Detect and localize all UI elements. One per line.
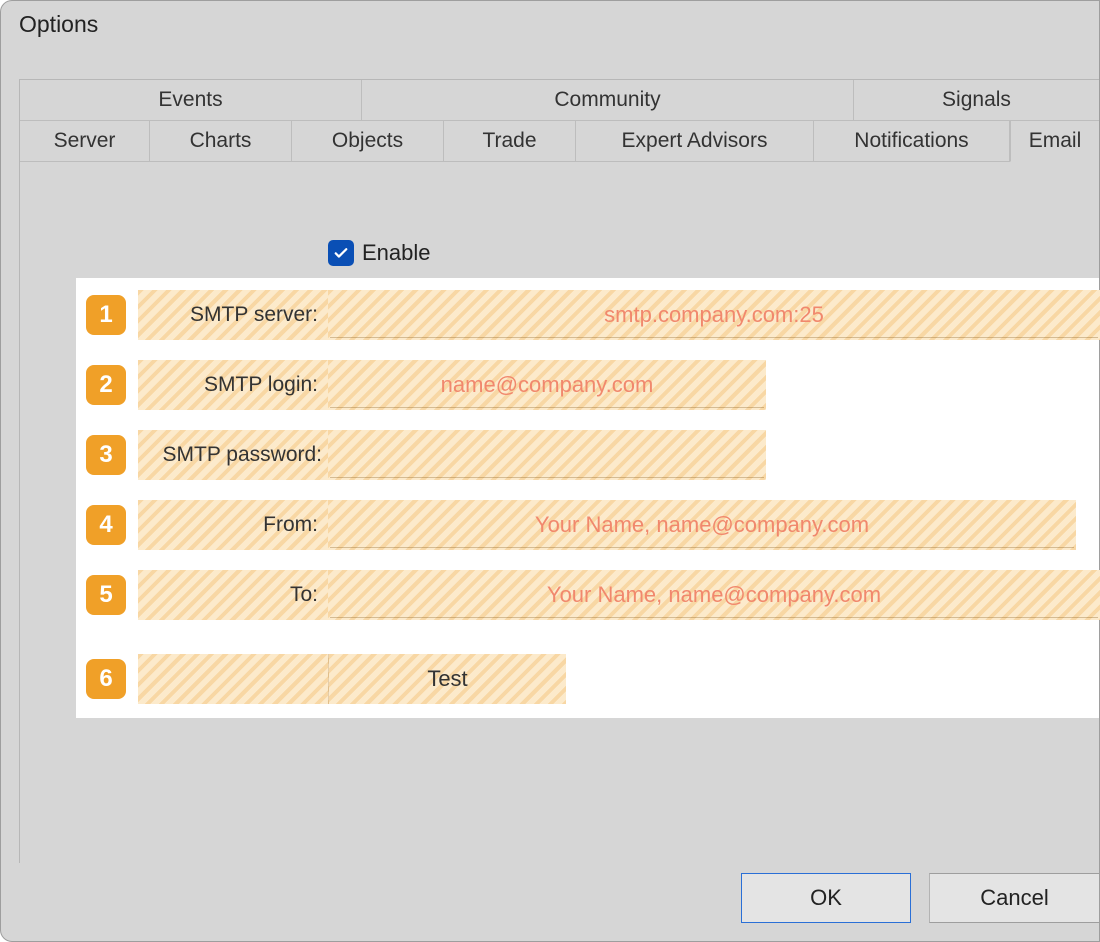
tab-charts[interactable]: Charts [150,121,292,162]
tab-events[interactable]: Events [20,80,362,121]
callout-badge-2: 2 [86,365,126,405]
smtp-login-input[interactable]: name@company.com [328,360,766,410]
dialog-button-bar: OK Cancel [741,873,1099,923]
input-underline [330,407,764,408]
tab-trade[interactable]: Trade [444,121,576,162]
input-underline [330,337,1098,338]
tab-signals[interactable]: Signals [854,80,1099,121]
smtp-password-label: SMTP password: [138,430,328,480]
button-label: Cancel [980,885,1048,911]
enable-row: Enable [328,240,431,266]
enable-label: Enable [362,240,431,266]
row-test: 6 Test [76,654,566,704]
tab-email[interactable]: Email [1010,121,1099,162]
to-label: To: [138,570,328,620]
tab-row-bottom: Server Charts Objects Trade Expert Advis… [20,121,1099,162]
tab-label: Objects [332,129,403,153]
tab-label: Charts [190,129,252,153]
tab-label: Community [554,88,660,112]
callout-badge-5: 5 [86,575,126,615]
from-input[interactable]: Your Name, name@company.com [328,500,1076,550]
callout-badge-1: 1 [86,295,126,335]
test-spacer [138,654,328,704]
input-placeholder: name@company.com [441,372,654,398]
test-button[interactable]: Test [328,654,566,704]
email-form-panel: 1 SMTP server: smtp.company.com:25 2 SMT… [76,278,1099,718]
smtp-password-input[interactable] [328,430,766,480]
tab-label: Signals [942,88,1011,112]
row-smtp-server: 1 SMTP server: smtp.company.com:25 [76,290,1100,340]
input-underline [330,477,764,478]
row-smtp-login: 2 SMTP login: name@company.com [76,360,766,410]
ok-button[interactable]: OK [741,873,911,923]
tab-community[interactable]: Community [362,80,854,121]
input-underline [330,547,1074,548]
button-label: OK [810,885,842,911]
smtp-login-label: SMTP login: [138,360,328,410]
from-label: From: [138,500,328,550]
smtp-server-input[interactable]: smtp.company.com:25 [328,290,1100,340]
row-from: 4 From: Your Name, name@company.com [76,500,1076,550]
input-underline [330,617,1098,618]
test-button-label: Test [427,666,467,692]
check-icon [332,244,350,262]
dialog-client-area: Events Community Signals Server Charts O… [19,79,1099,863]
tab-label: Expert Advisors [622,129,768,153]
enable-checkbox[interactable] [328,240,354,266]
tab-objects[interactable]: Objects [292,121,444,162]
cancel-button[interactable]: Cancel [929,873,1099,923]
tab-expert-advisors[interactable]: Expert Advisors [576,121,814,162]
callout-badge-4: 4 [86,505,126,545]
tab-strip: Events Community Signals Server Charts O… [20,80,1099,162]
input-placeholder: smtp.company.com:25 [604,302,824,328]
row-smtp-password: 3 SMTP password: [76,430,766,480]
options-dialog: Options Events Community Signals Server … [0,0,1100,942]
dialog-title: Options [1,1,1099,52]
callout-badge-6: 6 [86,659,126,699]
to-input[interactable]: Your Name, name@company.com [328,570,1100,620]
tab-label: Events [158,88,222,112]
input-placeholder: Your Name, name@company.com [547,582,881,608]
tab-server[interactable]: Server [20,121,150,162]
row-to: 5 To: Your Name, name@company.com [76,570,1100,620]
smtp-server-label: SMTP server: [138,290,328,340]
tab-label: Notifications [854,129,968,153]
tab-row-top: Events Community Signals [20,80,1099,121]
tab-label: Trade [482,129,536,153]
tab-label: Server [54,129,116,153]
callout-badge-3: 3 [86,435,126,475]
input-placeholder: Your Name, name@company.com [535,512,869,538]
tab-notifications[interactable]: Notifications [814,121,1010,162]
tab-label: Email [1029,129,1082,153]
